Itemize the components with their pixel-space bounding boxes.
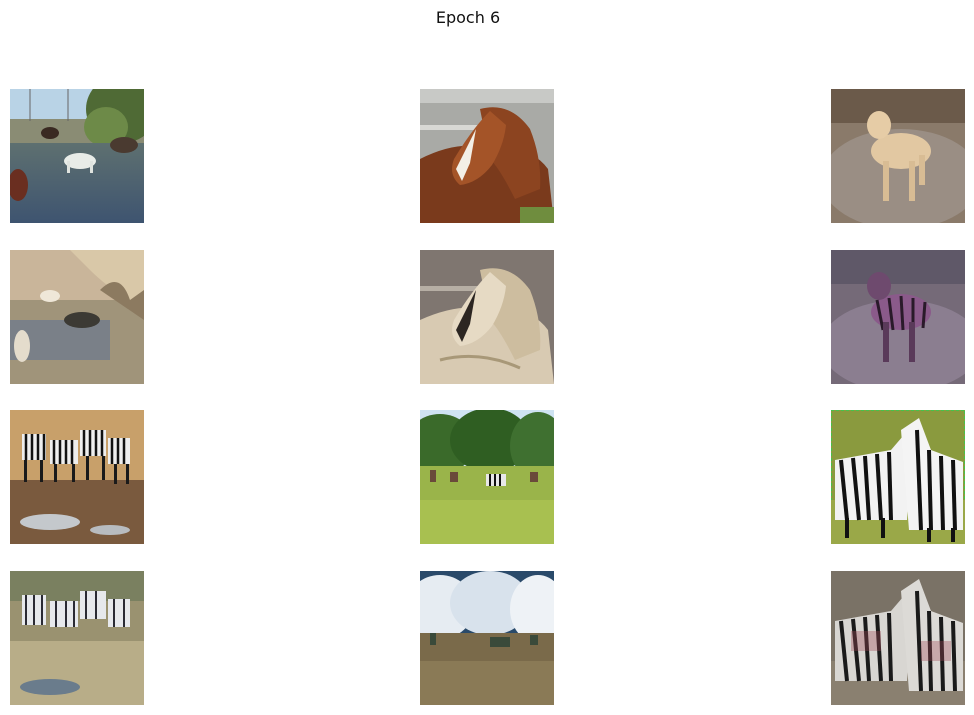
image-translated-horse-portrait — [420, 250, 554, 384]
image-translated-horses-in-river — [10, 250, 144, 384]
image-translated-striped-pony — [831, 250, 965, 384]
image-brown-horse-portrait — [420, 89, 554, 223]
image-translated-grass-field — [420, 571, 554, 705]
image-horses-in-river — [10, 89, 144, 223]
image-two-zebras-on-grass — [831, 410, 965, 544]
image-translated-two-zebras — [831, 571, 965, 705]
figure-title: Epoch 6 — [435, 8, 501, 27]
image-zebra-herd-at-water — [10, 410, 144, 544]
image-pony-on-rock — [831, 89, 965, 223]
image-zebras-on-grass-field — [420, 410, 554, 544]
image-translated-zebra-herd — [10, 571, 144, 705]
